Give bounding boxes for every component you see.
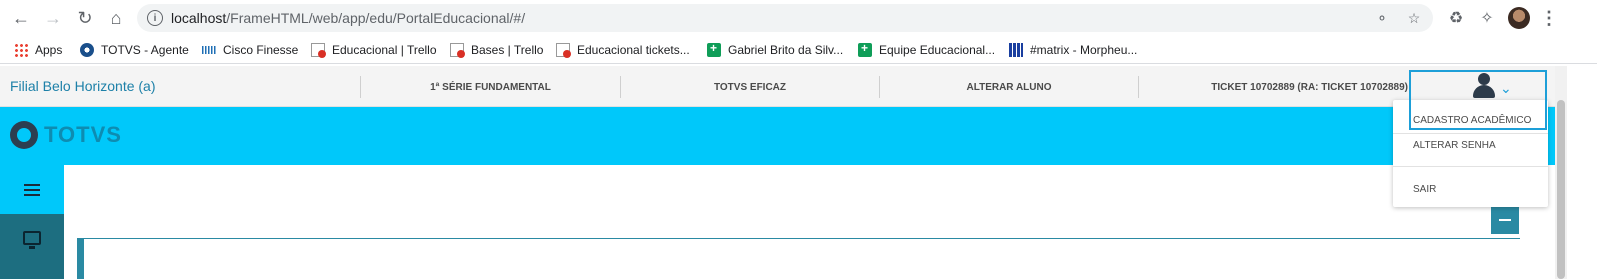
hamburger-icon <box>24 183 40 196</box>
trello-icon <box>556 43 571 58</box>
bookmarks-bar: Apps TOTVS - Agente Cisco Finesse Educac… <box>0 36 1597 64</box>
bookmark-label: Gabriel Brito da Silv... <box>728 43 844 57</box>
minus-icon <box>1499 219 1511 221</box>
user-icon-body <box>1473 85 1495 98</box>
bookmark-apps[interactable]: Apps <box>14 41 62 59</box>
bookmark-equipe-educacional[interactable]: Equipe Educacional... <box>858 41 995 59</box>
scrollbar-thumb[interactable] <box>1557 100 1565 279</box>
sheets-icon <box>707 41 721 57</box>
bookmark-label: Educacional tickets... <box>577 43 690 57</box>
bookmark-label: TOTVS - Agente <box>101 43 189 57</box>
context-curso[interactable]: TOTVS EFICAZ <box>621 76 879 98</box>
bookmark-educacional-tickets[interactable]: Educacional tickets... <box>556 41 690 59</box>
bookmark-label: #matrix - Morpheu... <box>1030 43 1138 57</box>
apps-icon <box>14 43 28 57</box>
puzzle-icon[interactable]: ✧ <box>1477 8 1497 28</box>
main-content <box>64 165 1555 279</box>
matrix-icon <box>1009 43 1023 57</box>
context-bar: Filial Belo Horizonte (a) 1ª SÉRIE FUNDA… <box>0 66 1555 107</box>
url-host: localhost <box>171 10 227 26</box>
bookmark-label: Bases | Trello <box>471 43 544 57</box>
home-icon[interactable]: ⌂ <box>105 7 127 29</box>
bookmark-gabriel-brito[interactable]: Gabriel Brito da Silv... <box>707 41 843 59</box>
totvs-icon <box>80 43 94 57</box>
menu-divider <box>1393 133 1548 134</box>
collapse-button[interactable] <box>1491 206 1519 234</box>
cisco-icon <box>202 46 216 54</box>
sheets-icon <box>858 41 872 57</box>
bookmark-matrix-morpheu[interactable]: #matrix - Morpheu... <box>1009 41 1137 59</box>
bookmark-bases-trello[interactable]: Bases | Trello <box>450 41 543 59</box>
profile-avatar[interactable] <box>1508 7 1530 29</box>
reload-icon[interactable]: ↻ <box>74 7 96 29</box>
key-icon[interactable]: ⚬ <box>1373 9 1391 27</box>
trello-icon <box>311 43 326 58</box>
panel-header-line <box>77 238 1520 239</box>
logo-text: TOTVS <box>44 122 122 147</box>
menu-item-sair[interactable]: SAIR <box>1413 184 1436 195</box>
filial-selector[interactable]: Filial Belo Horizonte (a) <box>10 78 156 94</box>
monitor-icon <box>23 231 41 249</box>
menu-divider <box>1393 166 1548 167</box>
menu-toggle-button[interactable] <box>0 165 64 214</box>
context-serie[interactable]: 1ª SÉRIE FUNDAMENTAL <box>361 76 620 98</box>
back-icon[interactable]: ← <box>10 7 32 29</box>
menu-item-alterar-senha[interactable]: ALTERAR SENHA <box>1413 140 1496 151</box>
bookmark-label: Educacional | Trello <box>332 43 437 57</box>
user-icon-head <box>1478 73 1490 85</box>
recycle-icon[interactable]: ♻ <box>1446 8 1466 28</box>
context-ticket[interactable]: TICKET 10702889 (RA: TICKET 10702889) <box>1139 76 1411 98</box>
chevron-down-icon[interactable]: ⌄ <box>1500 80 1512 97</box>
url-path: /FrameHTML/web/app/edu/PortalEducacional… <box>226 10 526 26</box>
bookmark-educacional-trello[interactable]: Educacional | Trello <box>311 41 437 59</box>
bookmark-label: Apps <box>35 43 63 57</box>
brand-header <box>0 107 1555 165</box>
more-icon[interactable]: ⋮ <box>1540 7 1558 29</box>
bookmark-cisco-finesse[interactable]: Cisco Finesse <box>202 41 298 59</box>
sidebar-item-dashboard[interactable] <box>0 214 64 279</box>
info-icon[interactable]: i <box>147 10 163 26</box>
totvs-logo-icon <box>10 121 38 149</box>
forward-icon[interactable]: → <box>42 7 64 29</box>
star-icon[interactable]: ☆ <box>1405 9 1423 27</box>
browser-toolbar: ← → ↻ ⌂ i localhost/FrameHTML/web/app/ed… <box>0 0 1597 36</box>
user-icon[interactable] <box>1471 72 1497 98</box>
bookmark-totvs-agente[interactable]: TOTVS - Agente <box>80 41 189 59</box>
context-alterar-aluno[interactable]: ALTERAR ALUNO <box>880 76 1138 98</box>
bookmark-label: Cisco Finesse <box>223 43 299 57</box>
url-text[interactable]: localhost/FrameHTML/web/app/edu/PortalEd… <box>171 10 525 26</box>
panel-left-border <box>77 238 84 279</box>
address-bar[interactable]: i localhost/FrameHTML/web/app/edu/Portal… <box>137 4 1433 32</box>
bookmark-label: Equipe Educacional... <box>879 43 996 57</box>
trello-icon <box>450 43 465 58</box>
